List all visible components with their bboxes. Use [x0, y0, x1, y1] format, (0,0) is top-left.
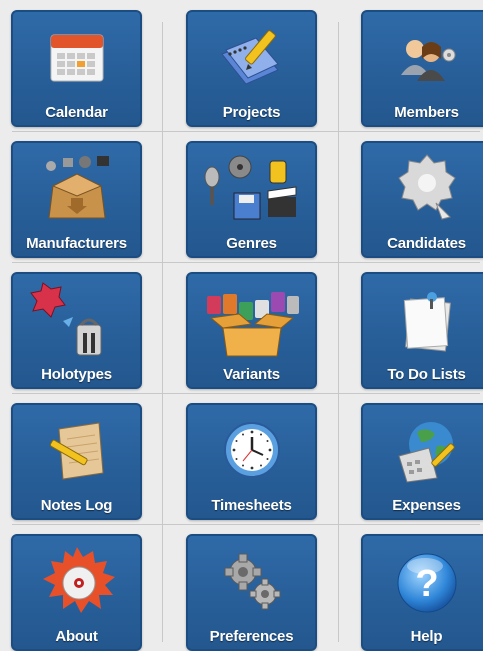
variants-label: Variants: [223, 366, 280, 383]
genres-label: Genres: [226, 235, 277, 252]
manufacturers-icon: [13, 149, 140, 227]
notes-log-icon: [13, 411, 140, 489]
todo-lists-button[interactable]: To Do Lists: [361, 272, 483, 389]
holotypes-button[interactable]: Holotypes: [11, 272, 142, 389]
help-label: Help: [410, 628, 443, 645]
todo-lists-label: To Do Lists: [387, 366, 466, 383]
help-icon: ?: [363, 542, 483, 620]
holotypes-icon: [13, 280, 140, 358]
members-button[interactable]: Members: [361, 10, 483, 127]
genres-icon: [188, 149, 315, 227]
projects-label: Projects: [222, 104, 281, 121]
calendar-icon: [13, 18, 140, 96]
timesheets-label: Timesheets: [211, 497, 292, 514]
variants-icon: [188, 280, 315, 358]
expenses-button[interactable]: Expenses: [361, 403, 483, 520]
candidates-button[interactable]: Candidates: [361, 141, 483, 258]
calendar-label: Calendar: [45, 104, 108, 121]
notes-log-button[interactable]: Notes Log: [11, 403, 142, 520]
expenses-icon: [363, 411, 483, 489]
about-button[interactable]: About: [11, 534, 142, 651]
manufacturers-button[interactable]: Manufacturers: [11, 141, 142, 258]
row-divider: [12, 262, 480, 263]
calendar-button[interactable]: Calendar: [11, 10, 142, 127]
timesheets-icon: [188, 411, 315, 489]
members-label: Members: [394, 104, 459, 121]
manufacturers-label: Manufacturers: [26, 235, 127, 252]
row-divider: [12, 393, 480, 394]
preferences-icon: [188, 542, 315, 620]
candidates-icon: [363, 149, 483, 227]
projects-icon: [188, 18, 315, 96]
todo-lists-icon: [363, 280, 483, 358]
notes-log-label: Notes Log: [40, 497, 113, 514]
projects-button[interactable]: Projects: [186, 10, 317, 127]
help-button[interactable]: ? Help: [361, 534, 483, 651]
column-divider: [338, 22, 339, 642]
timesheets-button[interactable]: Timesheets: [186, 403, 317, 520]
holotypes-label: Holotypes: [41, 366, 112, 383]
about-icon: [13, 542, 140, 620]
expenses-label: Expenses: [392, 497, 461, 514]
variants-button[interactable]: Variants: [186, 272, 317, 389]
about-label: About: [55, 628, 98, 645]
preferences-label: Preferences: [209, 628, 294, 645]
genres-button[interactable]: Genres: [186, 141, 317, 258]
candidates-label: Candidates: [387, 235, 466, 252]
row-divider: [12, 524, 480, 525]
column-divider: [162, 22, 163, 642]
svg-text:?: ?: [415, 563, 438, 605]
members-icon: [363, 18, 483, 96]
row-divider: [12, 131, 480, 132]
preferences-button[interactable]: Preferences: [186, 534, 317, 651]
